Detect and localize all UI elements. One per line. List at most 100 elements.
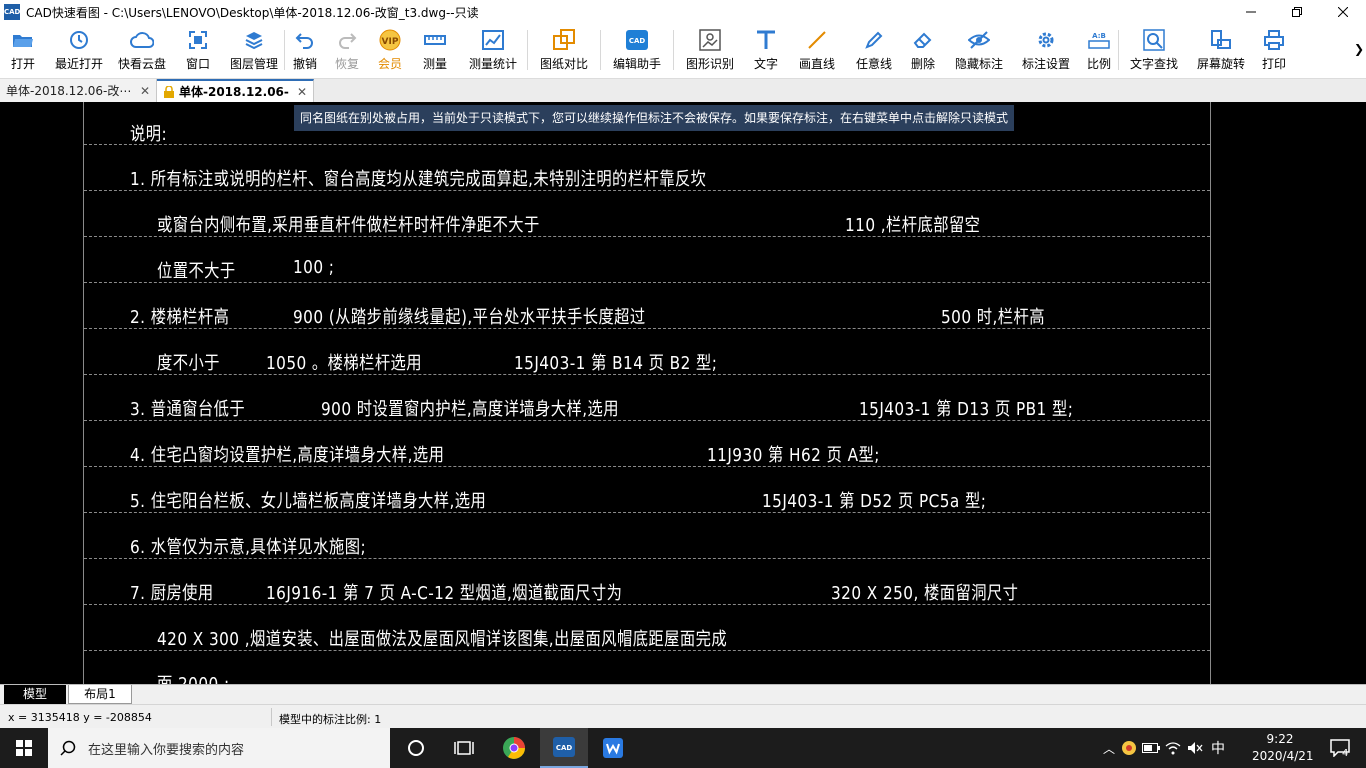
taskbar: 在这里输入你要搜索的内容 CAD ︿ 中 9:22 2020/4/21 4 <box>0 728 1366 768</box>
shape-recog-button[interactable]: 图形识别 <box>674 24 746 76</box>
cloud-button[interactable]: 快看云盘 <box>112 24 172 76</box>
cortana-button[interactable] <box>392 728 440 768</box>
task-view-button[interactable] <box>440 728 488 768</box>
minimize-button[interactable] <box>1228 0 1274 24</box>
erase-button[interactable]: 删除 <box>900 24 946 76</box>
document-tab-1-label: 单体-2018.12.06-改⋯ <box>6 84 132 98</box>
scale-label: 比例 <box>1086 57 1111 71</box>
shape-recog-label: 图形识别 <box>685 57 734 71</box>
tab-layout1[interactable]: 布局1 <box>68 685 132 704</box>
history-icon <box>67 28 91 52</box>
hide-annot-button[interactable]: 隐藏标注 <box>946 24 1012 76</box>
cloud-label: 快看云盘 <box>117 57 166 71</box>
svg-text:CAD: CAD <box>556 744 573 752</box>
restore-button[interactable] <box>1274 0 1320 24</box>
measure-stats-button[interactable]: 测量统计 <box>459 24 527 76</box>
tab-model[interactable]: 模型 <box>4 685 66 704</box>
tray-app-icon[interactable] <box>1118 740 1140 756</box>
document-tab-2[interactable]: 单体-2018.12.06- ✕ <box>157 79 314 102</box>
status-bar: x = 3135418 y = -208854 模型中的标注比例: 1 <box>0 704 1366 728</box>
rotate-label: 屏幕旋转 <box>1196 57 1245 71</box>
layers-label: 图层管理 <box>229 57 278 71</box>
start-button[interactable] <box>0 728 48 768</box>
hide-annot-label: 隐藏标注 <box>954 57 1003 71</box>
main-toolbar: 打开 最近打开 快看云盘 窗口 图层管理 撤销 恢复 VIP 会员 测量 测量统… <box>0 24 1366 76</box>
measure-label: 测量 <box>422 57 447 71</box>
eye-hidden-icon <box>967 28 991 52</box>
readonly-tooltip: 同名图纸在别处被占用，当前处于只读模式下，您可以继续操作但标注不会被保存。如果要… <box>294 105 1015 131</box>
close-button[interactable] <box>1320 0 1366 24</box>
drawing-text-8: 5. 住宅阳台栏板、女儿墙栏板高度详墙身大样,选用 <box>130 491 487 512</box>
layers-button[interactable]: 图层管理 <box>224 24 284 76</box>
drawing-text-5c: 15J403-1 第 B14 页 B2 型; <box>514 353 718 374</box>
window-label: 窗口 <box>185 57 210 71</box>
toolbar-more-chevron-icon[interactable]: ❯ <box>1354 42 1364 56</box>
undo-label: 撤销 <box>292 57 317 71</box>
print-button[interactable]: 打印 <box>1253 24 1295 76</box>
drawing-text-1: 1. 所有标注或说明的栏杆、窗台高度均从建筑完成面算起,未特别注明的栏杆靠反坎 <box>130 169 707 190</box>
tray-expand-chevron-icon[interactable]: ︿ <box>1100 740 1118 757</box>
compare-button[interactable]: 图纸对比 <box>528 24 600 76</box>
title-bar: CAD CAD快速看图 - C:\Users\LENOVO\Desktop\单体… <box>0 0 1366 24</box>
drawing-text-6b: 900 时设置窗内护栏,高度详墙身大样,选用 <box>321 399 619 420</box>
wps-taskbar-button[interactable] <box>589 728 637 768</box>
ime-indicator[interactable]: 中 <box>1206 738 1230 758</box>
network-icon[interactable] <box>1162 741 1184 755</box>
close-icon <box>1338 7 1348 17</box>
freeline-button[interactable]: 任意线 <box>848 24 900 76</box>
text-label: 文字 <box>753 57 778 71</box>
pencil-icon <box>862 28 886 52</box>
edit-helper-button[interactable]: CAD 编辑助手 <box>601 24 673 76</box>
drawing-text-10c: 320 X 250, 楼面留洞尺寸 <box>831 583 1019 604</box>
annot-settings-button[interactable]: 标注设置 <box>1012 24 1080 76</box>
minimize-icon <box>1246 11 1256 13</box>
close-icon[interactable]: ✕ <box>297 85 307 99</box>
window-button[interactable]: 窗口 <box>172 24 224 76</box>
svg-text:CAD: CAD <box>629 37 646 45</box>
compare-icon <box>552 28 576 52</box>
drawing-text-4: 2. 楼梯栏杆高 <box>130 307 230 328</box>
text-search-button[interactable]: 文字查找 <box>1119 24 1189 76</box>
text-button[interactable]: 文字 <box>746 24 786 76</box>
recent-button[interactable]: 最近打开 <box>46 24 112 76</box>
undo-button[interactable]: 撤销 <box>285 24 325 76</box>
redo-button[interactable]: 恢复 <box>325 24 369 76</box>
windows-logo-icon <box>16 740 32 756</box>
guide-line <box>84 282 1210 283</box>
browser-taskbar-button[interactable] <box>490 728 538 768</box>
notification-count: 4 <box>1342 748 1349 759</box>
scale-icon: A:B <box>1087 28 1111 52</box>
cursor-coordinates: x = 3135418 y = -208854 <box>8 711 152 724</box>
measure-button[interactable]: 测量 <box>411 24 459 76</box>
window-title: CAD快速看图 - C:\Users\LENOVO\Desktop\单体-201… <box>26 5 479 20</box>
drawing-canvas[interactable]: 说明: 1. 所有标注或说明的栏杆、窗台高度均从建筑完成面算起,未特别注明的栏杆… <box>0 102 1366 684</box>
drawing-text-9: 6. 水管仅为示意,具体详见水施图; <box>130 537 367 558</box>
text-search-label: 文字查找 <box>1129 57 1178 71</box>
line-button[interactable]: 画直线 <box>786 24 848 76</box>
open-label: 打开 <box>10 57 35 71</box>
clock-date: 2020/4/21 <box>1252 749 1314 763</box>
search-placeholder: 在这里输入你要搜索的内容 <box>88 742 245 758</box>
measure-stats-label: 测量统计 <box>468 57 517 71</box>
volume-muted-icon[interactable] <box>1184 741 1206 755</box>
document-tab-1[interactable]: 单体-2018.12.06-改⋯ ✕ <box>0 79 157 102</box>
close-icon[interactable]: ✕ <box>140 84 150 98</box>
redo-label: 恢复 <box>334 57 359 71</box>
svg-text:A:B: A:B <box>1092 32 1106 40</box>
action-center-button[interactable]: 4 <box>1320 728 1360 768</box>
shape-recognize-icon <box>698 28 722 52</box>
taskbar-search-input[interactable]: 在这里输入你要搜索的内容 <box>48 728 390 768</box>
taskbar-clock[interactable]: 9:22 2020/4/21 <box>1252 731 1314 765</box>
cad-viewer-taskbar-button[interactable]: CAD <box>540 728 588 768</box>
scale-button[interactable]: A:B 比例 <box>1080 24 1118 76</box>
print-label: 打印 <box>1261 57 1286 71</box>
vip-button[interactable]: VIP 会员 <box>369 24 411 76</box>
rotate-button[interactable]: 屏幕旋转 <box>1189 24 1253 76</box>
battery-icon[interactable] <box>1140 743 1162 753</box>
gear-icon <box>1034 28 1058 52</box>
lock-icon <box>163 84 175 98</box>
cloud-icon <box>130 28 154 52</box>
open-button[interactable]: 打开 <box>0 24 46 76</box>
edit-helper-label: 编辑助手 <box>612 57 661 71</box>
system-tray: ︿ 中 <box>1100 728 1250 768</box>
